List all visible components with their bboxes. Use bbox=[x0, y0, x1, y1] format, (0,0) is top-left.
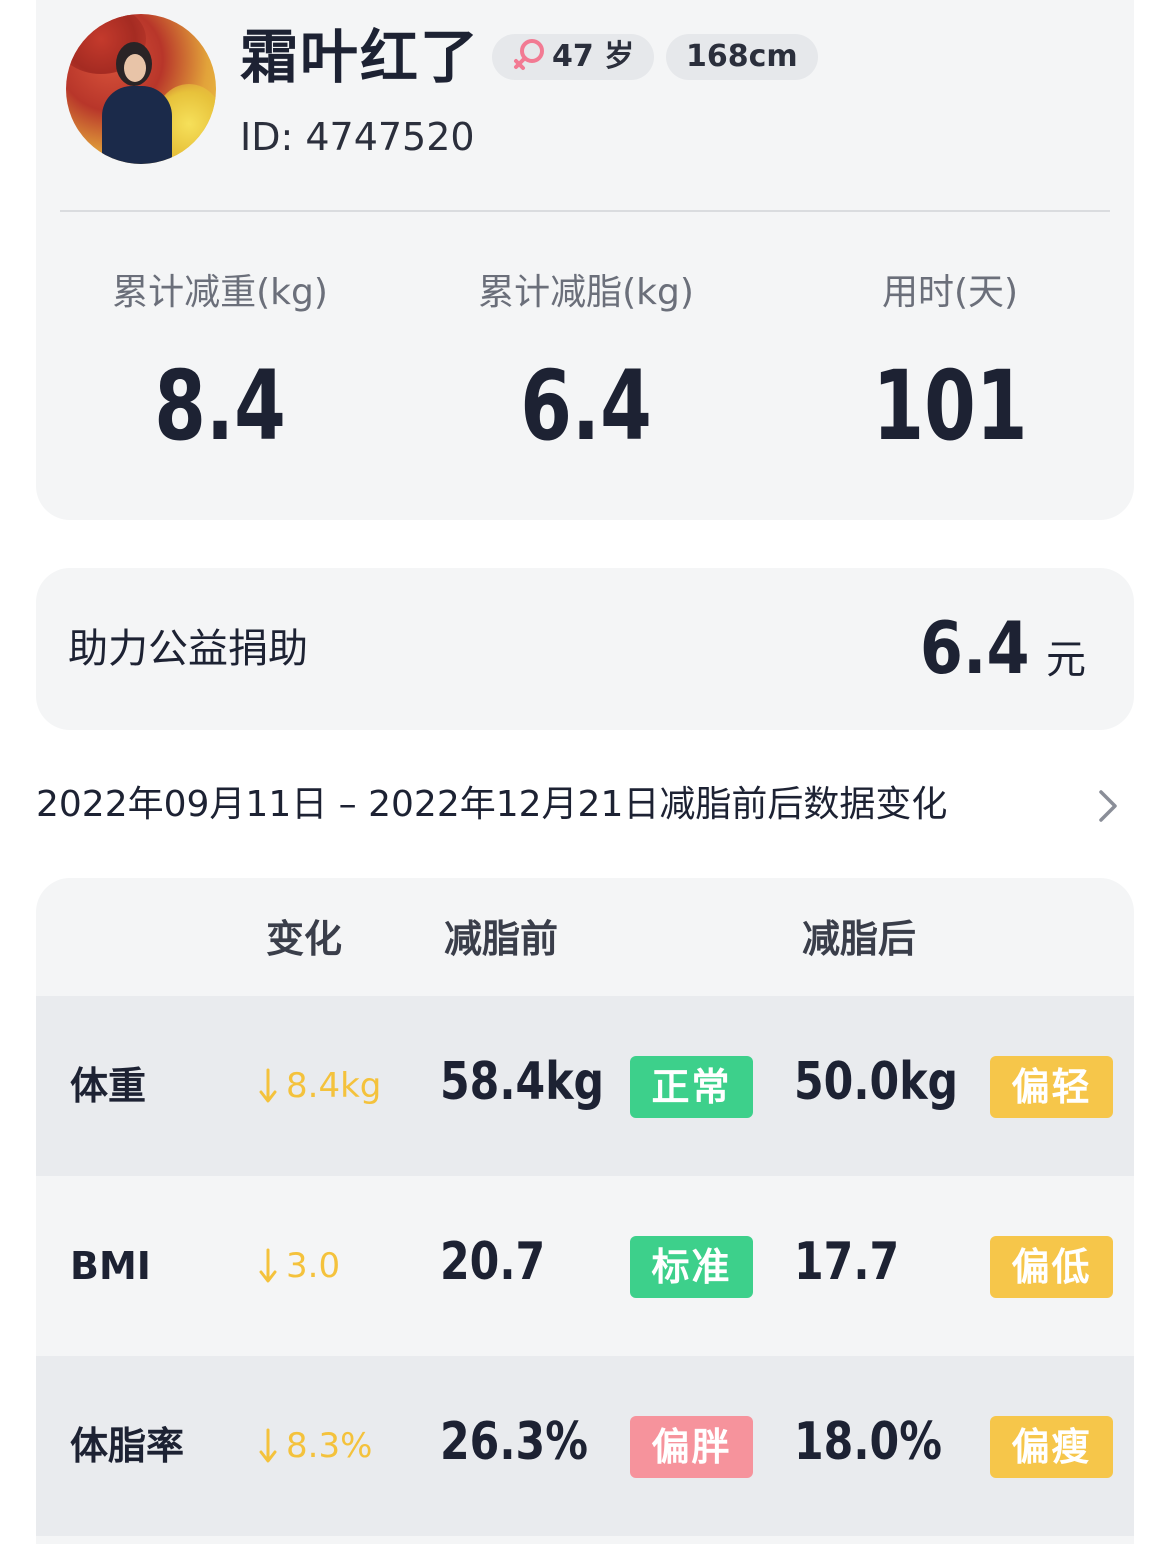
after-value: 17.7 bbox=[794, 1232, 900, 1292]
donation-unit: 元 bbox=[1046, 637, 1086, 683]
table-row: BMI 3.0 20.7 标准 17.7 偏低 bbox=[36, 1176, 1134, 1356]
body-data-table: 变化 减脂前 减脂后 体重 8.4kg 58.4kg 正常 50.0kg 偏轻 … bbox=[36, 878, 1134, 1544]
female-icon bbox=[514, 39, 544, 70]
change-text: 8.3% bbox=[286, 1426, 373, 1466]
before-value: 58.4kg bbox=[440, 1052, 605, 1112]
after-value: 18.0% bbox=[794, 1412, 942, 1472]
donation-amount: 6.4 元 bbox=[902, 608, 1086, 688]
arrow-down-icon bbox=[259, 1428, 277, 1463]
status-badge: 偏轻 bbox=[990, 1056, 1113, 1118]
change-value: 8.4kg bbox=[258, 1060, 381, 1112]
header-before: 减脂前 bbox=[444, 917, 559, 961]
header-after: 减脂后 bbox=[802, 917, 917, 961]
status-badge: 正常 bbox=[630, 1056, 753, 1118]
status-badge: 偏瘦 bbox=[990, 1416, 1113, 1478]
change-value: 3.0 bbox=[258, 1240, 340, 1292]
change-text: 3.0 bbox=[286, 1246, 341, 1286]
before-value: 26.3% bbox=[440, 1412, 588, 1472]
chevron-right-icon[interactable] bbox=[1096, 786, 1120, 826]
table-header: 变化 减脂前 减脂后 bbox=[36, 878, 1134, 996]
stat-label: 累计减重(kg) bbox=[112, 272, 328, 313]
stat-fat-loss: 累计减脂(kg) 6.4 bbox=[416, 268, 756, 456]
arrow-down-icon bbox=[259, 1248, 277, 1283]
user-id: ID: 4747520 bbox=[240, 115, 475, 159]
donation-value: 6.4 bbox=[920, 606, 1030, 690]
stat-value: 6.4 bbox=[520, 350, 652, 462]
table-row: 体脂率 8.3% 26.3% 偏胖 18.0% 偏瘦 bbox=[36, 1356, 1134, 1536]
height-text: 168cm bbox=[686, 39, 798, 74]
stat-label: 累计减脂(kg) bbox=[478, 272, 694, 313]
user-name: 霜叶红了 bbox=[240, 23, 481, 91]
stat-days: 用时(天) 101 bbox=[780, 268, 1120, 456]
after-value: 50.0kg bbox=[794, 1052, 959, 1112]
profile-card: 霜叶红了 47 岁 168cm ID: 4747520 累计减重(kg) 8.4… bbox=[36, 0, 1134, 520]
donation-card[interactable]: 助力公益捐助 6.4 元 bbox=[36, 568, 1134, 730]
age-badge: 47 岁 bbox=[492, 34, 655, 80]
date-range-text: 2022年09月11日 – 2022年12月21日减脂前后数据变化 bbox=[36, 784, 948, 825]
table-row: 体重 8.4kg 58.4kg 正常 50.0kg 偏轻 bbox=[36, 996, 1134, 1176]
divider bbox=[60, 210, 1110, 212]
row-label: 体重 bbox=[70, 1064, 147, 1108]
height-badge: 168cm bbox=[666, 34, 818, 80]
status-badge: 标准 bbox=[630, 1236, 753, 1298]
change-value: 8.3% bbox=[258, 1420, 372, 1472]
donation-label: 助力公益捐助 bbox=[68, 626, 308, 672]
header-change: 变化 bbox=[266, 917, 343, 961]
age-text: 47 岁 bbox=[552, 39, 635, 74]
stat-weight-loss: 累计减重(kg) 8.4 bbox=[50, 268, 390, 456]
stat-value: 101 bbox=[872, 350, 1028, 462]
change-text: 8.4kg bbox=[286, 1066, 382, 1106]
stat-value: 8.4 bbox=[154, 350, 286, 462]
date-range-row[interactable]: 2022年09月11日 – 2022年12月21日减脂前后数据变化 bbox=[36, 776, 1134, 836]
stat-label: 用时(天) bbox=[881, 272, 1019, 313]
arrow-down-icon bbox=[259, 1068, 277, 1103]
before-value: 20.7 bbox=[440, 1232, 546, 1292]
avatar[interactable] bbox=[66, 14, 216, 164]
status-badge: 偏低 bbox=[990, 1236, 1113, 1298]
row-label: 体脂率 bbox=[70, 1424, 185, 1468]
row-label: BMI bbox=[70, 1244, 151, 1288]
status-badge: 偏胖 bbox=[630, 1416, 753, 1478]
